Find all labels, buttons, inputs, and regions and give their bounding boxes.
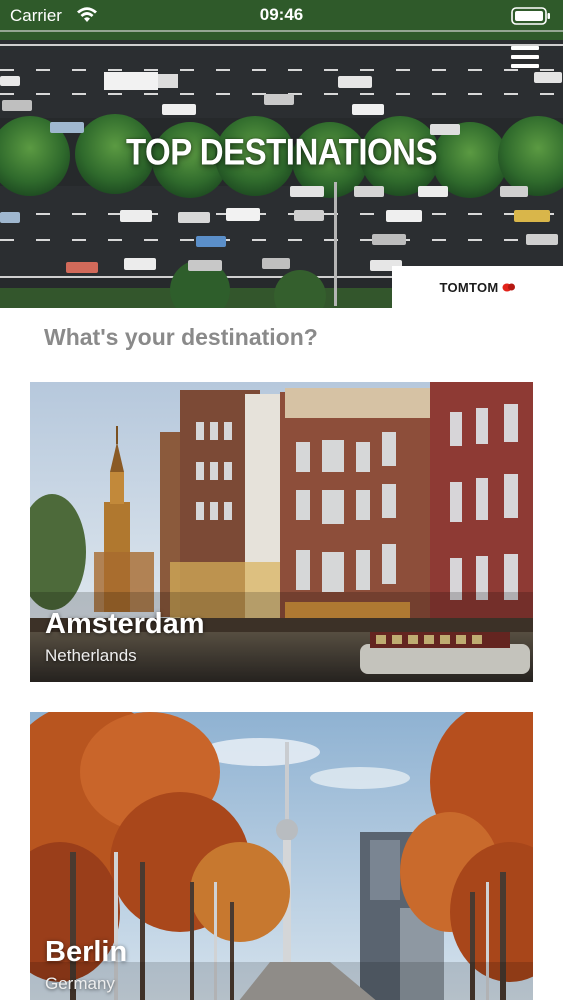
tomtom-hands-logo-icon	[502, 283, 515, 291]
destination-question: What's your destination?	[44, 324, 318, 350]
card-country-name: Germany	[45, 974, 115, 993]
card-country-name: Netherlands	[45, 646, 137, 665]
page-title: TOP DESTINATIONS	[125, 130, 438, 173]
hamburger-menu-icon[interactable]	[511, 46, 541, 72]
battery-icon	[511, 7, 550, 25]
status-time: 09:46	[259, 5, 304, 24]
card-city-name: Berlin	[45, 936, 128, 968]
hero-banner: Carrier 09:46 TOP DESTINATIONS TOMTOM	[0, 0, 563, 308]
card-city-name: Amsterdam	[45, 608, 205, 640]
destination-card-berlin[interactable]: Berlin Germany	[30, 712, 533, 1000]
brand-name: TOMTOM	[439, 279, 499, 295]
brand-tab: TOMTOM	[392, 266, 563, 308]
destination-card-amsterdam[interactable]: Amsterdam Netherlands	[30, 382, 533, 682]
tomtom-logo: TOMTOM	[439, 280, 515, 295]
status-bar: Carrier 09:46	[0, 0, 563, 32]
